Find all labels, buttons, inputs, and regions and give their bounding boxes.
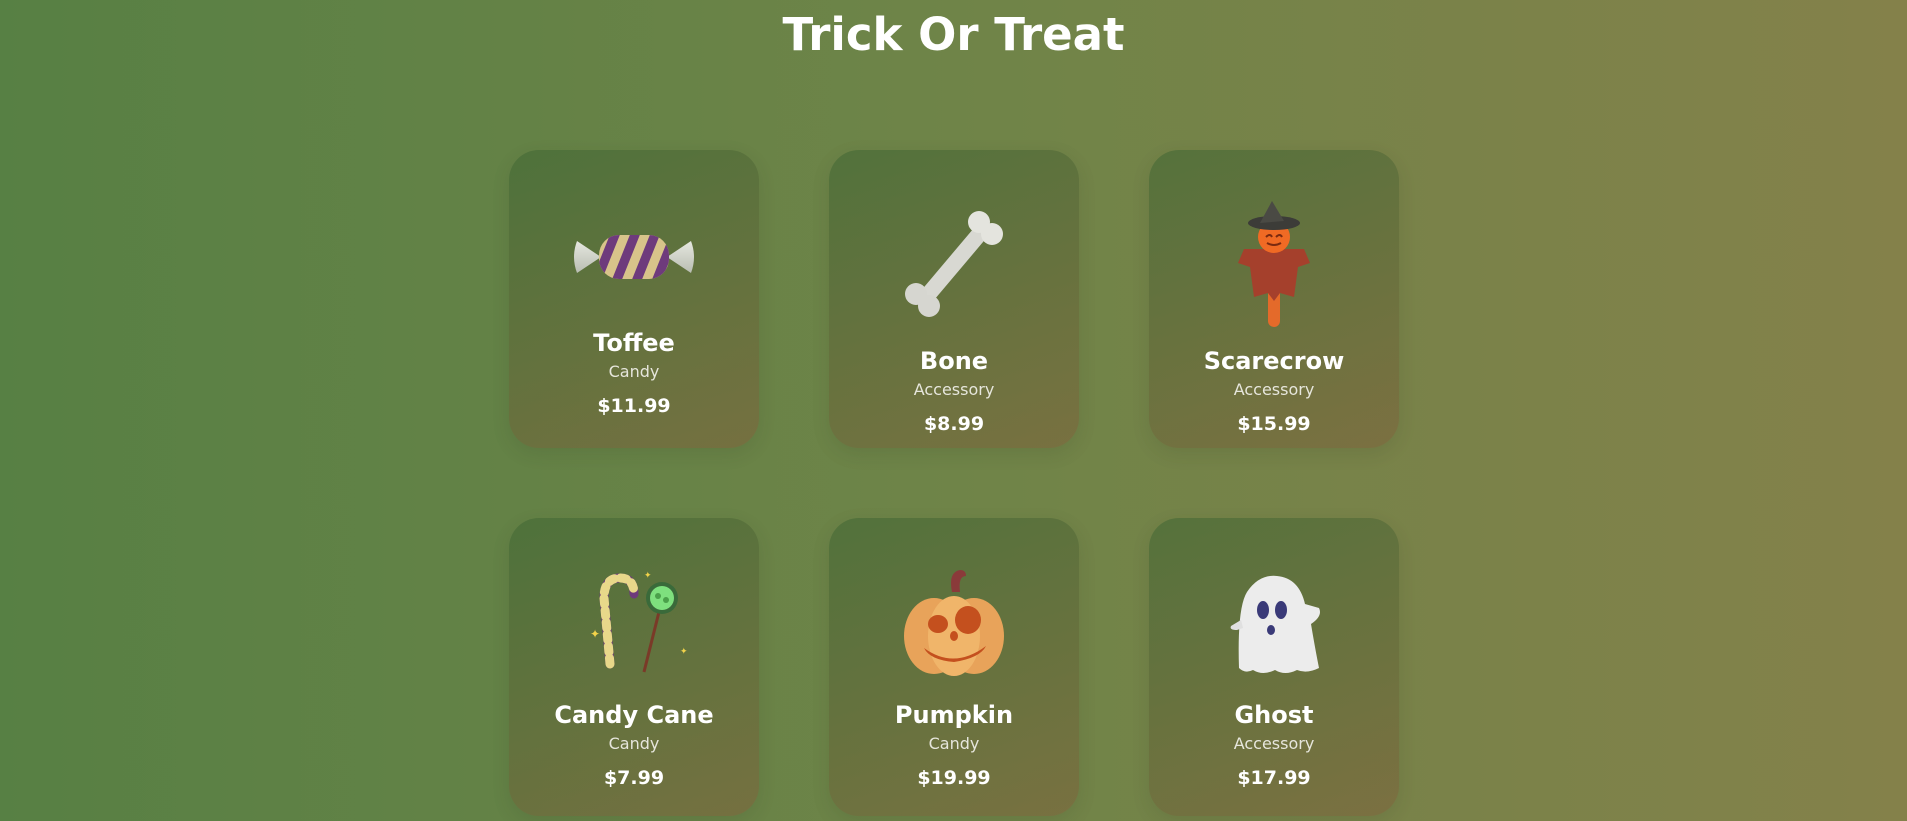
- product-name: Ghost: [1234, 701, 1314, 729]
- page-title: Trick Or Treat: [782, 8, 1125, 61]
- product-card-toffee[interactable]: Toffee Candy $11.99: [509, 150, 759, 448]
- pumpkin-icon: [894, 558, 1014, 688]
- scarecrow-icon: [1224, 184, 1324, 344]
- product-name: Scarecrow: [1203, 347, 1345, 375]
- product-category: Candy: [608, 362, 660, 381]
- candy-cane-lollipop-icon: ✦ ✦ ✦: [574, 558, 694, 688]
- product-category: Accessory: [1233, 380, 1315, 399]
- product-card-candy-cane[interactable]: ✦ ✦ ✦ Candy Cane Candy $7.99: [509, 518, 759, 816]
- product-name: Candy Cane: [554, 701, 714, 729]
- product-grid: Toffee Candy $11.99 Bone Accessory $8.99: [509, 150, 1399, 816]
- product-category: Accessory: [913, 380, 995, 399]
- svg-text:✦: ✦: [680, 647, 688, 657]
- product-card-ghost[interactable]: Ghost Accessory $17.99: [1149, 518, 1399, 816]
- product-price: $11.99: [597, 395, 671, 417]
- product-card-pumpkin[interactable]: Pumpkin Candy $19.99: [829, 518, 1079, 816]
- product-price: $19.99: [917, 767, 991, 789]
- ghost-icon: [1219, 558, 1329, 688]
- product-card-scarecrow[interactable]: Scarecrow Accessory $15.99: [1149, 150, 1399, 448]
- product-category: Candy: [928, 734, 980, 753]
- product-name: Pumpkin: [894, 701, 1014, 729]
- product-price: $15.99: [1237, 413, 1311, 435]
- product-price: $7.99: [603, 767, 665, 789]
- product-price: $17.99: [1237, 767, 1311, 789]
- product-price: $8.99: [923, 413, 985, 435]
- product-card-bone[interactable]: Bone Accessory $8.99: [829, 150, 1079, 448]
- toffee-candy-icon: [569, 192, 699, 322]
- product-category: Candy: [608, 734, 660, 753]
- svg-text:✦: ✦: [644, 571, 652, 581]
- svg-text:✦: ✦: [590, 627, 600, 641]
- product-name: Toffee: [593, 329, 675, 357]
- bone-icon: [899, 184, 1009, 344]
- product-category: Accessory: [1233, 734, 1315, 753]
- product-name: Bone: [919, 347, 989, 375]
